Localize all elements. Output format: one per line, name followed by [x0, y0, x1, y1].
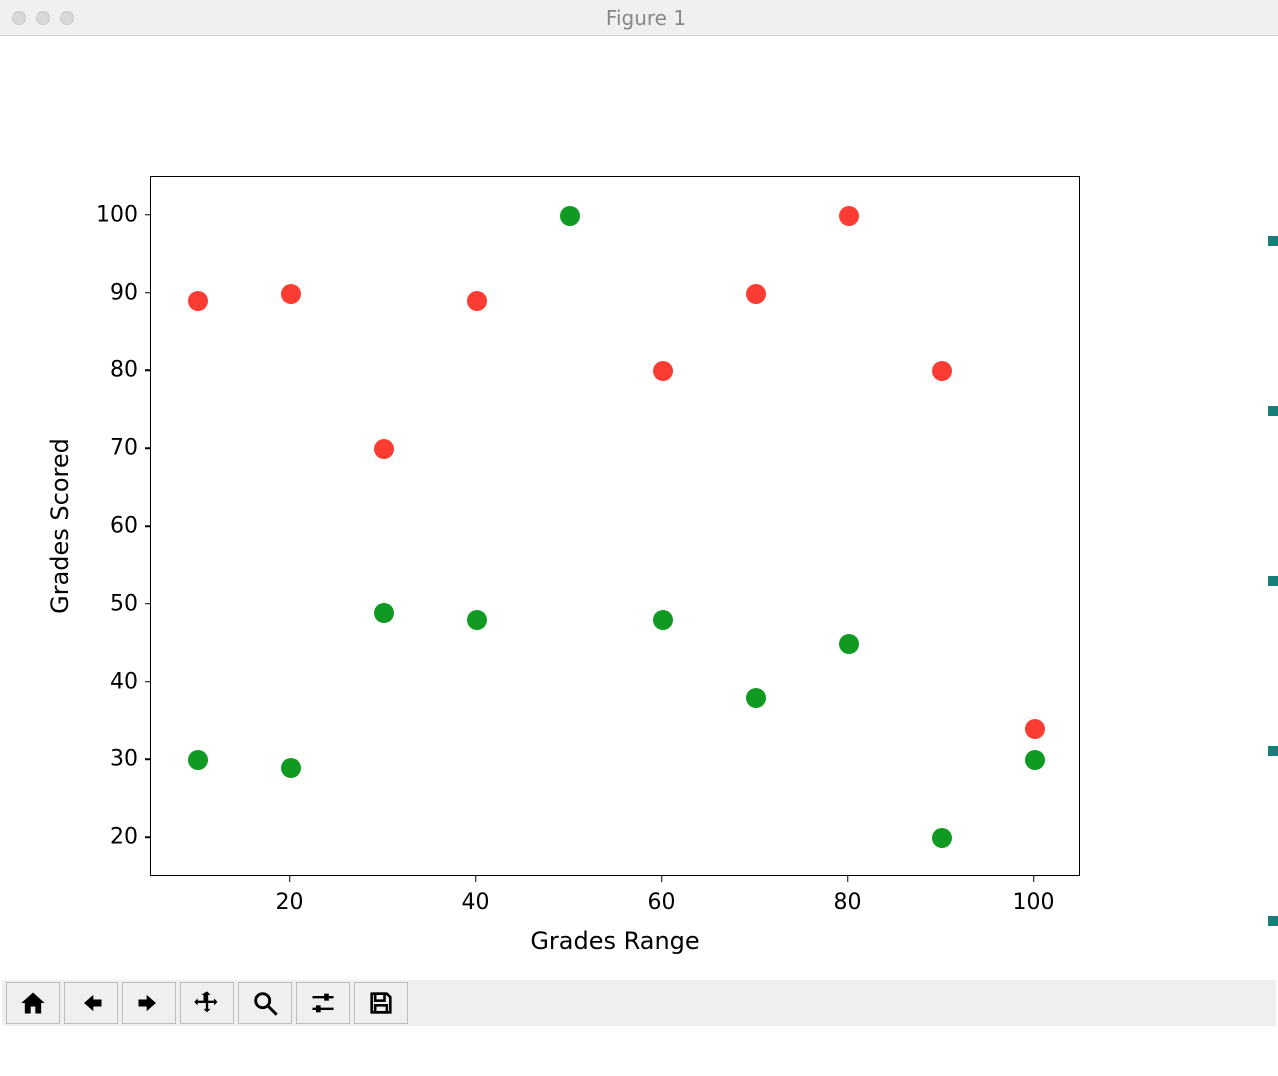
- window-titlebar: Figure 1: [0, 0, 1278, 36]
- x-tick-mark: [661, 876, 663, 882]
- y-tick-label: 80: [110, 358, 138, 383]
- maximize-icon[interactable]: [60, 11, 74, 25]
- data-point: [746, 688, 766, 708]
- arrow-right-icon: [135, 989, 163, 1017]
- y-tick-mark: [145, 681, 151, 683]
- save-icon: [367, 989, 395, 1017]
- y-tick-label: 70: [110, 436, 138, 461]
- data-point: [560, 206, 580, 226]
- data-point: [653, 361, 673, 381]
- data-point: [839, 206, 859, 226]
- close-icon[interactable]: [12, 11, 26, 25]
- configure-button[interactable]: [296, 982, 350, 1024]
- y-tick-label: 60: [110, 514, 138, 539]
- pan-button[interactable]: [180, 982, 234, 1024]
- y-tick-mark: [145, 525, 151, 527]
- x-tick-mark: [847, 876, 849, 882]
- data-point: [281, 758, 301, 778]
- data-point: [653, 610, 673, 630]
- y-axis-label: Grades Scored: [46, 438, 74, 614]
- y-tick-mark: [145, 292, 151, 294]
- y-tick-label: 90: [110, 280, 138, 305]
- arrow-left-icon: [77, 989, 105, 1017]
- zoom-icon: [251, 989, 279, 1017]
- x-axis-label: Grades Range: [530, 927, 699, 955]
- data-point: [374, 603, 394, 623]
- save-button[interactable]: [354, 982, 408, 1024]
- y-tick-label: 30: [110, 747, 138, 772]
- x-tick-label: 80: [834, 890, 862, 915]
- x-tick-label: 100: [1013, 890, 1055, 915]
- scatter-plot-area: [150, 176, 1080, 876]
- matplotlib-toolbar: [2, 980, 1276, 1026]
- data-point: [746, 284, 766, 304]
- x-tick-mark: [1033, 876, 1035, 882]
- data-point: [1025, 750, 1045, 770]
- home-button[interactable]: [6, 982, 60, 1024]
- window-title: Figure 1: [84, 6, 1278, 30]
- minimize-icon[interactable]: [36, 11, 50, 25]
- figure-canvas: 20 30 40 50 60 70 80 90 100 20 40 60 80 100 Grades S…: [0, 36, 1278, 1028]
- zoom-button[interactable]: [238, 982, 292, 1024]
- data-point: [1025, 719, 1045, 739]
- y-tick-mark: [145, 603, 151, 605]
- y-tick-mark: [145, 759, 151, 761]
- data-point: [467, 291, 487, 311]
- back-button[interactable]: [64, 982, 118, 1024]
- data-point: [374, 439, 394, 459]
- move-icon: [193, 989, 221, 1017]
- y-tick-mark: [145, 447, 151, 449]
- x-tick-label: 40: [462, 890, 490, 915]
- home-icon: [19, 989, 47, 1017]
- data-point: [932, 361, 952, 381]
- background-artifact: [1268, 76, 1278, 948]
- y-tick-mark: [145, 214, 151, 216]
- y-tick-label: 40: [110, 669, 138, 694]
- y-tick-mark: [145, 836, 151, 838]
- x-tick-label: 60: [648, 890, 676, 915]
- data-point: [839, 634, 859, 654]
- y-tick-mark: [145, 370, 151, 372]
- forward-button[interactable]: [122, 982, 176, 1024]
- y-axis-ticks: 20 30 40 50 60 70 80 90 100: [0, 176, 150, 876]
- data-point: [932, 828, 952, 848]
- data-point: [188, 750, 208, 770]
- data-point: [467, 610, 487, 630]
- y-tick-label: 20: [110, 825, 138, 850]
- data-point: [281, 284, 301, 304]
- x-tick-mark: [289, 876, 291, 882]
- y-tick-label: 50: [110, 591, 138, 616]
- y-tick-label: 100: [96, 202, 138, 227]
- sliders-icon: [309, 989, 337, 1017]
- x-tick-label: 20: [276, 890, 304, 915]
- data-point: [188, 291, 208, 311]
- x-tick-mark: [475, 876, 477, 882]
- window-traffic-lights: [12, 11, 74, 25]
